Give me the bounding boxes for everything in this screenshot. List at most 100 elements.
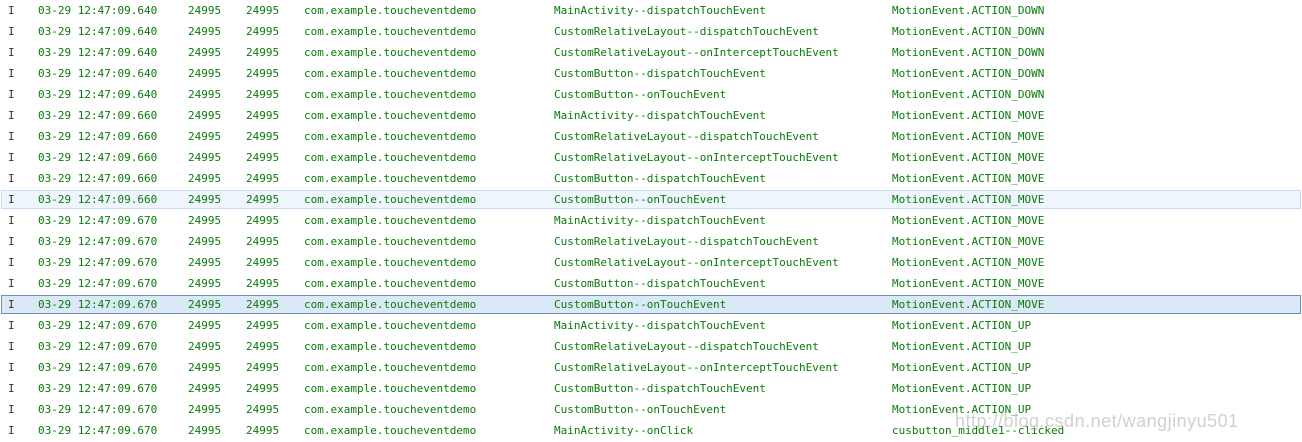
log-level: I (8, 382, 15, 395)
log-level: I (8, 151, 15, 164)
log-pid: 24995 (188, 4, 222, 17)
log-pid: 24995 (188, 172, 222, 185)
log-row[interactable]: I 03-29 12:47:09.640 24995 24995 com.example… (1, 85, 1301, 104)
log-tid: 24995 (246, 340, 280, 353)
log-level: I (8, 424, 15, 437)
log-text: MotionEvent.ACTION_UP (892, 340, 1032, 353)
log-text: MotionEvent.ACTION_DOWN (892, 67, 1045, 80)
log-pid: 24995 (188, 88, 222, 101)
log-application: com.example.toucheventdemo (304, 298, 477, 311)
log-application: com.example.toucheventdemo (304, 319, 477, 332)
log-time: 03-29 12:47:09.670 (38, 403, 158, 416)
log-row[interactable]: I 03-29 12:47:09.670 24995 24995 com.example… (1, 400, 1301, 419)
log-text: MotionEvent.ACTION_MOVE (892, 214, 1045, 227)
log-application: com.example.toucheventdemo (304, 172, 477, 185)
log-level: I (8, 235, 15, 248)
log-level: I (8, 277, 15, 290)
log-tag: CustomButton--onTouchEvent (554, 298, 727, 311)
log-row[interactable]: I 03-29 12:47:09.640 24995 24995 com.example… (1, 1, 1301, 20)
log-text: MotionEvent.ACTION_DOWN (892, 46, 1045, 59)
log-time: 03-29 12:47:09.670 (38, 361, 158, 374)
log-pid: 24995 (188, 298, 222, 311)
log-tid: 24995 (246, 130, 280, 143)
log-level: I (8, 298, 15, 311)
log-pid: 24995 (188, 277, 222, 290)
log-pid: 24995 (188, 340, 222, 353)
log-tag: CustomRelativeLayout--dispatchTouchEvent (554, 340, 819, 353)
log-row[interactable]: I 03-29 12:47:09.670 24995 24995 com.example… (1, 211, 1301, 230)
log-tag: CustomRelativeLayout--onInterceptTouchEv… (554, 361, 839, 374)
log-row[interactable]: I 03-29 12:47:09.660 24995 24995 com.example… (1, 127, 1301, 146)
log-application: com.example.toucheventdemo (304, 193, 477, 206)
log-row[interactable]: I 03-29 12:47:09.670 24995 24995 com.example… (1, 421, 1301, 440)
log-tid: 24995 (246, 403, 280, 416)
log-application: com.example.toucheventdemo (304, 382, 477, 395)
log-application: com.example.toucheventdemo (304, 256, 477, 269)
log-application: com.example.toucheventdemo (304, 88, 477, 101)
log-application: com.example.toucheventdemo (304, 235, 477, 248)
log-row[interactable]: I 03-29 12:47:09.670 24995 24995 com.example… (1, 253, 1301, 272)
log-level: I (8, 25, 15, 38)
log-pid: 24995 (188, 382, 222, 395)
log-row[interactable]: I 03-29 12:47:09.670 24995 24995 com.example… (1, 337, 1301, 356)
log-time: 03-29 12:47:09.670 (38, 340, 158, 353)
log-tag: CustomButton--dispatchTouchEvent (554, 67, 766, 80)
log-row[interactable]: I 03-29 12:47:09.640 24995 24995 com.example… (1, 64, 1301, 83)
log-time: 03-29 12:47:09.660 (38, 130, 158, 143)
log-text: MotionEvent.ACTION_UP (892, 319, 1032, 332)
log-tid: 24995 (246, 361, 280, 374)
log-row[interactable]: I 03-29 12:47:09.660 24995 24995 com.example… (1, 148, 1301, 167)
log-text: MotionEvent.ACTION_UP (892, 382, 1032, 395)
log-level: I (8, 361, 15, 374)
log-tag: CustomButton--dispatchTouchEvent (554, 172, 766, 185)
log-level: I (8, 403, 15, 416)
log-text: MotionEvent.ACTION_UP (892, 361, 1032, 374)
log-row[interactable]: I 03-29 12:47:09.660 24995 24995 com.example… (1, 106, 1301, 125)
log-tag: MainActivity--onClick (554, 424, 694, 437)
log-row[interactable]: I 03-29 12:47:09.640 24995 24995 com.example… (1, 22, 1301, 41)
log-tid: 24995 (246, 109, 280, 122)
log-text: MotionEvent.ACTION_MOVE (892, 109, 1045, 122)
log-pid: 24995 (188, 403, 222, 416)
log-application: com.example.toucheventdemo (304, 130, 477, 143)
log-application: com.example.toucheventdemo (304, 67, 477, 80)
log-level: I (8, 109, 15, 122)
log-row[interactable]: I 03-29 12:47:09.670 24995 24995 com.example… (1, 295, 1301, 314)
log-time: 03-29 12:47:09.670 (38, 235, 158, 248)
log-time: 03-29 12:47:09.670 (38, 424, 158, 437)
log-time: 03-29 12:47:09.640 (38, 46, 158, 59)
log-time: 03-29 12:47:09.670 (38, 298, 158, 311)
log-pid: 24995 (188, 151, 222, 164)
log-row[interactable]: I 03-29 12:47:09.670 24995 24995 com.example… (1, 379, 1301, 398)
log-row[interactable]: I 03-29 12:47:09.640 24995 24995 com.example… (1, 43, 1301, 62)
log-pid: 24995 (188, 214, 222, 227)
log-pid: 24995 (188, 193, 222, 206)
log-tid: 24995 (246, 193, 280, 206)
log-text: MotionEvent.ACTION_MOVE (892, 298, 1045, 311)
log-tid: 24995 (246, 151, 280, 164)
log-row[interactable]: I 03-29 12:47:09.670 24995 24995 com.example… (1, 274, 1301, 293)
log-row[interactable]: I 03-29 12:47:09.660 24995 24995 com.example… (1, 169, 1301, 188)
log-row[interactable]: I 03-29 12:47:09.670 24995 24995 com.example… (1, 358, 1301, 377)
log-tid: 24995 (246, 256, 280, 269)
log-level: I (8, 256, 15, 269)
log-tag: CustomButton--onTouchEvent (554, 193, 727, 206)
log-time: 03-29 12:47:09.640 (38, 67, 158, 80)
log-tid: 24995 (246, 46, 280, 59)
log-text: MotionEvent.ACTION_MOVE (892, 235, 1045, 248)
log-application: com.example.toucheventdemo (304, 361, 477, 374)
log-pid: 24995 (188, 319, 222, 332)
log-row[interactable]: I 03-29 12:47:09.660 24995 24995 com.example… (1, 190, 1301, 209)
log-pid: 24995 (188, 235, 222, 248)
log-application: com.example.toucheventdemo (304, 214, 477, 227)
log-row[interactable]: I 03-29 12:47:09.670 24995 24995 com.example… (1, 232, 1301, 251)
log-time: 03-29 12:47:09.670 (38, 382, 158, 395)
log-tid: 24995 (246, 172, 280, 185)
log-level: I (8, 130, 15, 143)
log-row[interactable]: I 03-29 12:47:09.670 24995 24995 com.example… (1, 316, 1301, 335)
log-level: I (8, 319, 15, 332)
log-time: 03-29 12:47:09.660 (38, 172, 158, 185)
log-time: 03-29 12:47:09.660 (38, 193, 158, 206)
log-time: 03-29 12:47:09.640 (38, 4, 158, 17)
log-tag: MainActivity--dispatchTouchEvent (554, 109, 766, 122)
